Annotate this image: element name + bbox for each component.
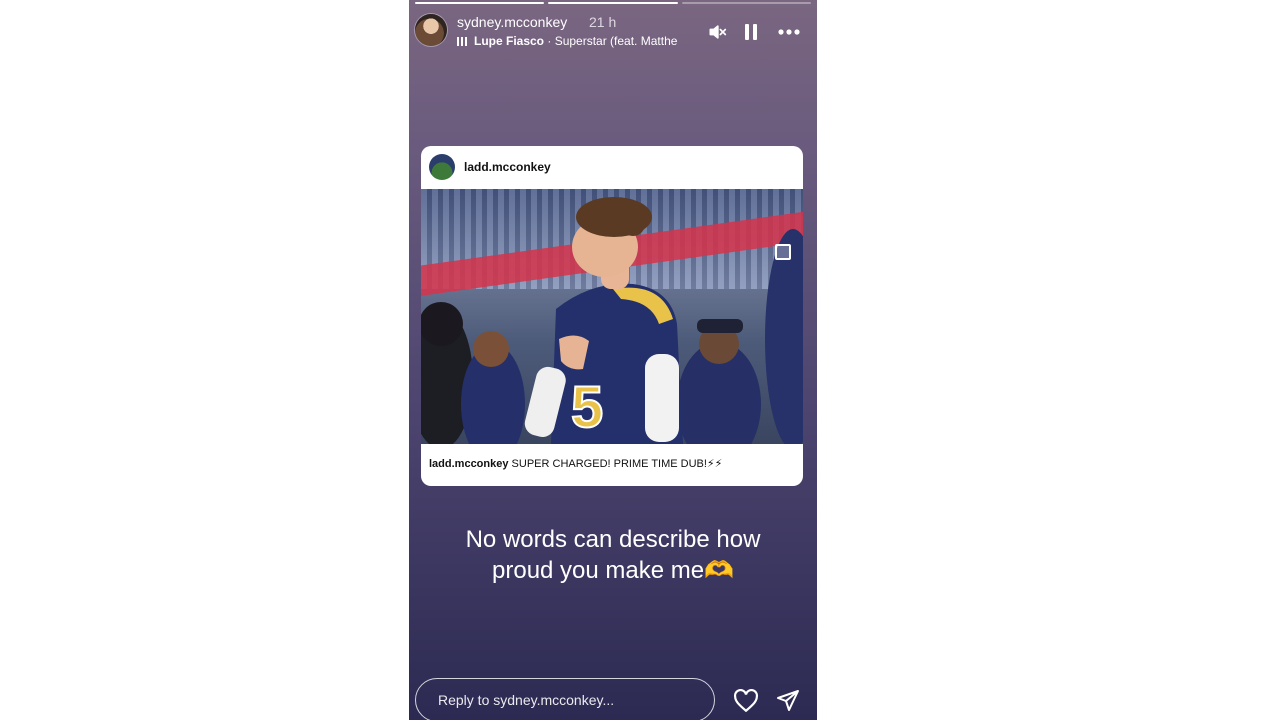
music-attribution[interactable]: Lupe Fiasco · Superstar (feat. Matthe [457, 34, 697, 50]
muted-speaker-icon [709, 25, 727, 39]
more-options-button[interactable] [777, 20, 801, 44]
story-text-line-1: No words can describe how [465, 526, 761, 553]
progress-segment [681, 2, 811, 4]
post-username[interactable]: ladd.mcconkey [464, 160, 551, 174]
post-header: ladd.mcconkey [421, 146, 803, 188]
player-illustration: 5 [421, 197, 803, 444]
music-bars-icon [457, 35, 469, 49]
more-options-icon [778, 29, 800, 35]
music-separator: · [544, 34, 555, 48]
send-button[interactable] [775, 688, 801, 714]
story-text-line-2: proud you make me🫶 [492, 557, 734, 584]
caption-text: SUPER CHARGED! PRIME TIME DUB!⚡⚡ [511, 458, 723, 470]
mute-button[interactable] [705, 20, 729, 44]
story-header: sydney.mcconkey 21 h Lupe Fiasco · Super… [415, 12, 807, 52]
post-photo[interactable]: 5 [421, 189, 803, 444]
multiple-photos-icon [775, 244, 791, 260]
story-viewer: sydney.mcconkey 21 h Lupe Fiasco · Super… [409, 0, 817, 720]
svg-text:5: 5 [571, 375, 603, 440]
story-text-overlay: No words can describe how proud you make… [409, 524, 817, 586]
caption-username[interactable]: ladd.mcconkey [429, 458, 508, 470]
post-avatar[interactable] [429, 154, 455, 180]
shared-post-card[interactable]: ladd.mcconkey 5 ladd.mcconkey SUPER CHAR… [421, 146, 803, 486]
avatar[interactable] [415, 14, 447, 46]
reply-bar[interactable] [415, 678, 715, 720]
story-username[interactable]: sydney.mcconkey [457, 14, 567, 30]
music-artist: Lupe Fiasco [474, 34, 545, 48]
progress-segment [415, 2, 545, 4]
post-caption: ladd.mcconkey SUPER CHARGED! PRIME TIME … [429, 457, 722, 470]
like-button[interactable] [733, 688, 759, 714]
progress-segment [548, 2, 678, 4]
music-track: Superstar (feat. Matthe [554, 34, 678, 48]
pause-icon [745, 24, 757, 40]
send-icon [777, 690, 799, 711]
story-progress [415, 2, 811, 4]
story-time: 21 h [589, 14, 617, 30]
reply-input[interactable] [436, 691, 694, 709]
heart-icon [734, 689, 758, 713]
pause-button[interactable] [739, 20, 763, 44]
